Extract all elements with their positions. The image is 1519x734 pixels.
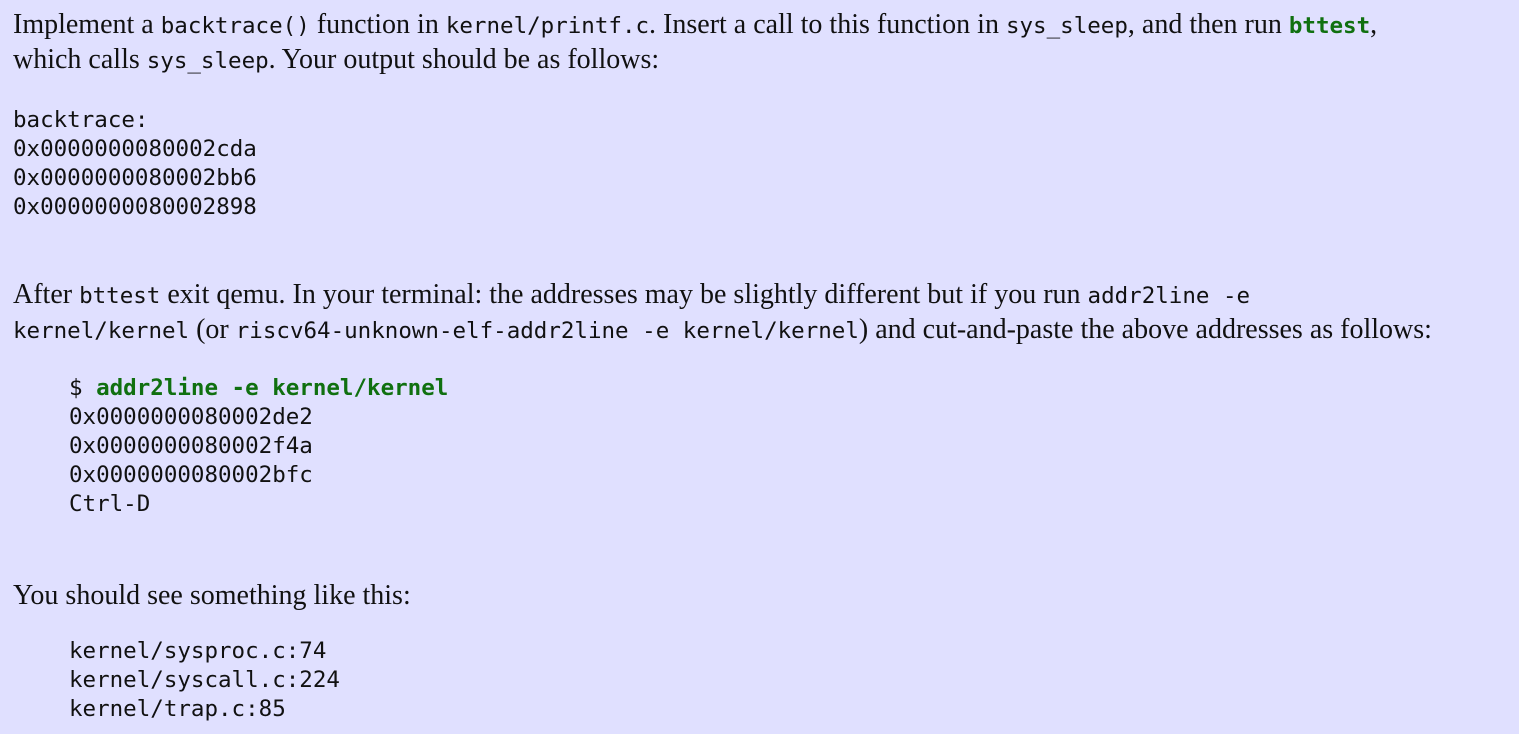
output-line: backtrace:	[13, 107, 149, 133]
text: . Insert a call to this function in	[649, 9, 1006, 40]
code-bttest: bttest	[79, 283, 161, 309]
code-sys-sleep: sys_sleep	[146, 48, 269, 74]
terminal-line: 0x0000000080002f4a	[69, 433, 313, 459]
code-riscv-addr2line: riscv64-unknown-elf-addr2line -e kernel/…	[235, 318, 859, 344]
shell-prompt: $	[69, 375, 97, 401]
code-kernel-path: kernel/kernel	[13, 318, 190, 344]
output-line: 0x0000000080002bb6	[13, 165, 257, 191]
text: ) and cut-and-paste the above addresses …	[858, 314, 1432, 345]
output-line: 0x0000000080002898	[13, 194, 257, 220]
terminal-line: 0x0000000080002de2	[69, 404, 313, 430]
terminal-line: 0x0000000080002bfc	[69, 462, 313, 488]
text: . Your output should be as follows:	[268, 44, 660, 75]
terminal-command-line: $ addr2line -e kernel/kernel	[69, 374, 1505, 403]
text: exit qemu. In your terminal: the address…	[160, 279, 1088, 310]
code-backtrace: backtrace()	[160, 13, 310, 39]
code-printf-file: kernel/printf.c	[445, 13, 650, 39]
text: After	[13, 279, 80, 310]
text: Implement a	[13, 9, 161, 40]
code-addr2line: addr2line -e	[1087, 283, 1251, 309]
instructions-paragraph: Implement a backtrace() function in kern…	[13, 8, 1505, 78]
code-bttest: bttest	[1288, 13, 1371, 39]
output-line: kernel/trap.c:85	[69, 696, 286, 722]
output-line: kernel/sysproc.c:74	[69, 638, 327, 664]
code-sys-sleep: sys_sleep	[1005, 13, 1128, 39]
text: function in	[309, 9, 446, 40]
terminal-line: Ctrl-D	[69, 491, 151, 517]
text: which calls	[13, 44, 147, 75]
output-line: kernel/syscall.c:224	[69, 667, 340, 693]
addr2line-output-block: kernel/sysproc.c:74 kernel/syscall.c:224 k…	[69, 637, 1505, 724]
addr2line-paragraph: After bttest exit qemu. In your terminal…	[13, 278, 1505, 348]
text: ,	[1370, 9, 1378, 40]
text: , and then run	[1127, 9, 1289, 40]
terminal-session-block: $ addr2line -e kernel/kernel 0x0000000080…	[69, 374, 1505, 519]
document-page: Implement a backtrace() function in kern…	[0, 0, 1519, 724]
backtrace-output-block: backtrace: 0x0000000080002cda 0x0000000080…	[13, 106, 1505, 222]
text: (or	[189, 314, 236, 345]
result-intro-paragraph: You should see something like this:	[13, 580, 411, 611]
output-line: 0x0000000080002cda	[13, 136, 257, 162]
terminal-command: addr2line -e kernel/kernel	[96, 375, 449, 401]
